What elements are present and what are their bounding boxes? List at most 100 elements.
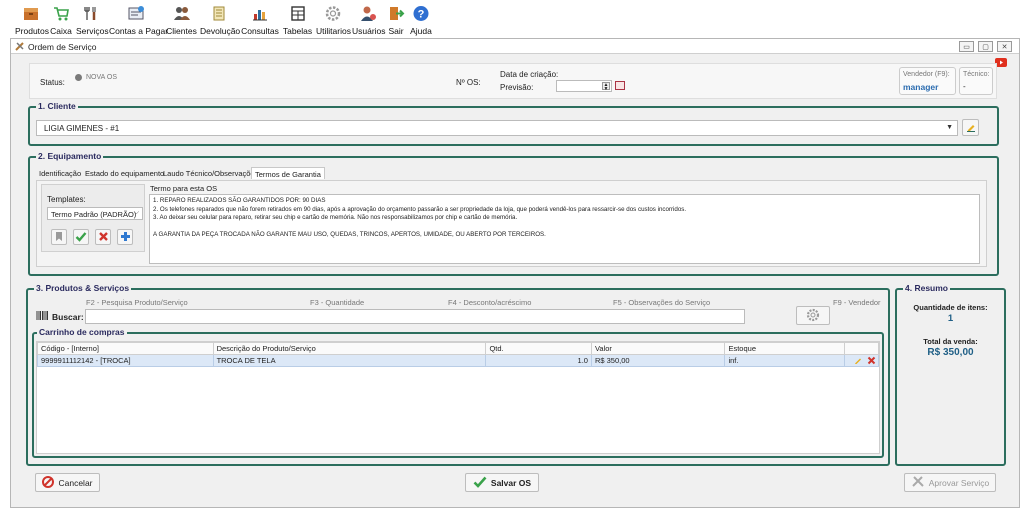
- templates-panel: Templates: Termo Padrão (PADRÃO) ⌵: [41, 184, 145, 252]
- close-button[interactable]: ✕: [997, 41, 1012, 52]
- edit-icon[interactable]: [854, 356, 863, 365]
- menu-caixa[interactable]: Caixa: [49, 5, 73, 37]
- reports-icon: [251, 5, 269, 22]
- minimize-button[interactable]: ▭: [959, 41, 974, 52]
- bookmark-template-button[interactable]: [51, 229, 67, 245]
- delete-icon[interactable]: [867, 356, 876, 365]
- products-legend: 3. Produtos & Serviços: [34, 283, 132, 293]
- templates-label: Templates:: [47, 195, 86, 204]
- client-group: 1. Cliente LIGIA GIMENES - #1 ▼: [28, 101, 999, 146]
- cancel-label: Cancelar: [58, 477, 93, 488]
- edit-client-button[interactable]: [962, 119, 979, 136]
- svg-text:?: ?: [418, 9, 425, 21]
- shortcut-f9: F9 - Vendedor: [833, 298, 881, 307]
- cell-value: R$ 350,00: [590, 354, 726, 367]
- creation-date-label: Data de criação:: [500, 70, 559, 79]
- gear-icon: [806, 308, 820, 324]
- menu-servicos[interactable]: Serviços: [76, 5, 109, 37]
- template-select[interactable]: Termo Padrão (PADRÃO) ⌵: [47, 207, 143, 220]
- clients-icon: [173, 5, 191, 22]
- tab-termos-de-garantia[interactable]: Termos de Garantia: [251, 167, 325, 179]
- calendar-icon[interactable]: [615, 81, 625, 90]
- chevron-down-icon[interactable]: ▼: [946, 124, 953, 131]
- product-search-input[interactable]: [85, 309, 745, 324]
- return-icon: [210, 5, 228, 22]
- status-badge: NOVA OS: [86, 74, 117, 81]
- shortcut-f4: F4 - Desconto/acréscimo: [448, 298, 532, 307]
- os-number-label: Nº OS:: [456, 78, 481, 87]
- save-os-button[interactable]: Salvar OS: [465, 473, 539, 492]
- cancel-button[interactable]: Cancelar: [35, 473, 100, 492]
- approve-service-button[interactable]: Aprovar Serviço: [904, 473, 996, 492]
- menu-ajuda[interactable]: ? Ajuda: [409, 5, 433, 37]
- column-header-value[interactable]: Valor: [590, 342, 726, 355]
- table-row[interactable]: 9999911112142 - [TROCA] TROCA DE TELA 1.…: [37, 354, 879, 367]
- status-label: Status:: [40, 78, 65, 87]
- column-header-qty[interactable]: Qtd.: [485, 342, 592, 355]
- shortcut-f3: F3 - Quantidade: [310, 298, 365, 307]
- shortcut-f5: F5 - Observações do Serviço: [613, 298, 711, 307]
- window-titlebar: Ordem de Serviço ▭ ▢ ✕: [11, 39, 1019, 54]
- date-spinner-icon[interactable]: ▲ ▼: [602, 82, 610, 92]
- menu-sair[interactable]: Sair: [386, 5, 406, 37]
- cart-table-container: Código - [Interno] Descrição do Produto/…: [36, 341, 880, 454]
- help-icon: ?: [412, 5, 430, 22]
- column-header-description[interactable]: Descrição do Produto/Serviço: [212, 342, 487, 355]
- client-select[interactable]: LIGIA GIMENES - #1 ▼: [36, 120, 958, 136]
- menu-usuarios[interactable]: Usuários: [352, 5, 386, 37]
- menu-devolucao[interactable]: Devolução: [200, 5, 240, 37]
- delete-template-button[interactable]: [95, 229, 111, 245]
- menu-utilitarios[interactable]: Utilitarios: [316, 5, 351, 37]
- technician-box[interactable]: Técnico: -: [959, 67, 993, 95]
- apply-template-button[interactable]: [73, 229, 89, 245]
- template-selected: Termo Padrão (PADRÃO): [51, 210, 137, 219]
- plus-icon: [120, 231, 131, 244]
- total-value: R$ 350,00: [927, 347, 974, 358]
- vendor-value: manager: [903, 82, 939, 92]
- tab-identificacao[interactable]: Identificação: [36, 167, 84, 179]
- forecast-label: Previsão:: [500, 83, 534, 92]
- shortcut-f2: F2 - Pesquisa Produto/Serviço: [86, 298, 188, 307]
- total-label: Total da venda:: [923, 337, 978, 346]
- menu-produtos[interactable]: Produtos: [15, 5, 49, 37]
- bills-icon: [127, 5, 145, 22]
- menu-consultas[interactable]: Consultas: [241, 5, 279, 37]
- term-textarea[interactable]: 1. REPARO REALIZADOS SÃO GARANTIDOS POR:…: [149, 194, 980, 264]
- chevron-down-icon: ⌵: [133, 209, 139, 216]
- summary-group: 4. Resumo Quantidade de itens: 1 Total d…: [895, 283, 1006, 466]
- cell-description: TROCA DE TELA: [212, 354, 487, 367]
- column-header-code[interactable]: Código - [Interno]: [37, 342, 214, 355]
- warranty-tab-panel: Templates: Termo Padrão (PADRÃO) ⌵ Termo…: [36, 180, 987, 267]
- cancel-icon: [42, 475, 55, 490]
- add-template-button[interactable]: [117, 229, 133, 245]
- technician-value: -: [963, 82, 966, 91]
- maximize-button[interactable]: ▢: [978, 41, 993, 52]
- vendor-box[interactable]: Vendedor (F9): manager: [899, 67, 956, 95]
- save-os-label: Salvar OS: [490, 477, 532, 488]
- check-icon: [75, 231, 87, 244]
- client-legend: 1. Cliente: [36, 101, 78, 111]
- term-line: 2. Os telefones reparados que não forem …: [153, 205, 687, 213]
- tab-estado-do-equipamento[interactable]: Estado do equipamento: [82, 167, 167, 179]
- menu-clientes[interactable]: Clientes: [166, 5, 197, 37]
- forecast-date-input[interactable]: ▲ ▼: [556, 80, 612, 92]
- approve-service-label: Aprovar Serviço: [928, 477, 990, 488]
- term-line: A GARANTIA DA PEÇA TROCADA NÃO GARANTE M…: [153, 231, 546, 239]
- barcode-icon: [36, 311, 48, 320]
- tab-laudo-tecnico[interactable]: Laudo Técnico/Observações: [160, 167, 261, 179]
- menu-contas-a-pagar[interactable]: Contas a Pagar: [109, 5, 168, 37]
- menu-tabelas[interactable]: Tabelas: [282, 5, 313, 37]
- column-header-actions: [844, 342, 879, 355]
- check-icon: [473, 476, 487, 490]
- cart-legend: Carrinho de compras: [37, 327, 127, 337]
- items-label: Quantidade de itens:: [913, 303, 988, 312]
- products-icon: [22, 5, 40, 22]
- cart-icon: [52, 5, 70, 22]
- exit-icon: [387, 5, 405, 22]
- settings-button[interactable]: [796, 306, 830, 325]
- tools-icon: [911, 475, 925, 490]
- cart-table: Código - [Interno] Descrição do Produto/…: [37, 342, 879, 367]
- status-dot-icon: [75, 74, 82, 81]
- column-header-stock[interactable]: Estoque: [724, 342, 845, 355]
- equipment-legend: 2. Equipamento: [36, 151, 104, 161]
